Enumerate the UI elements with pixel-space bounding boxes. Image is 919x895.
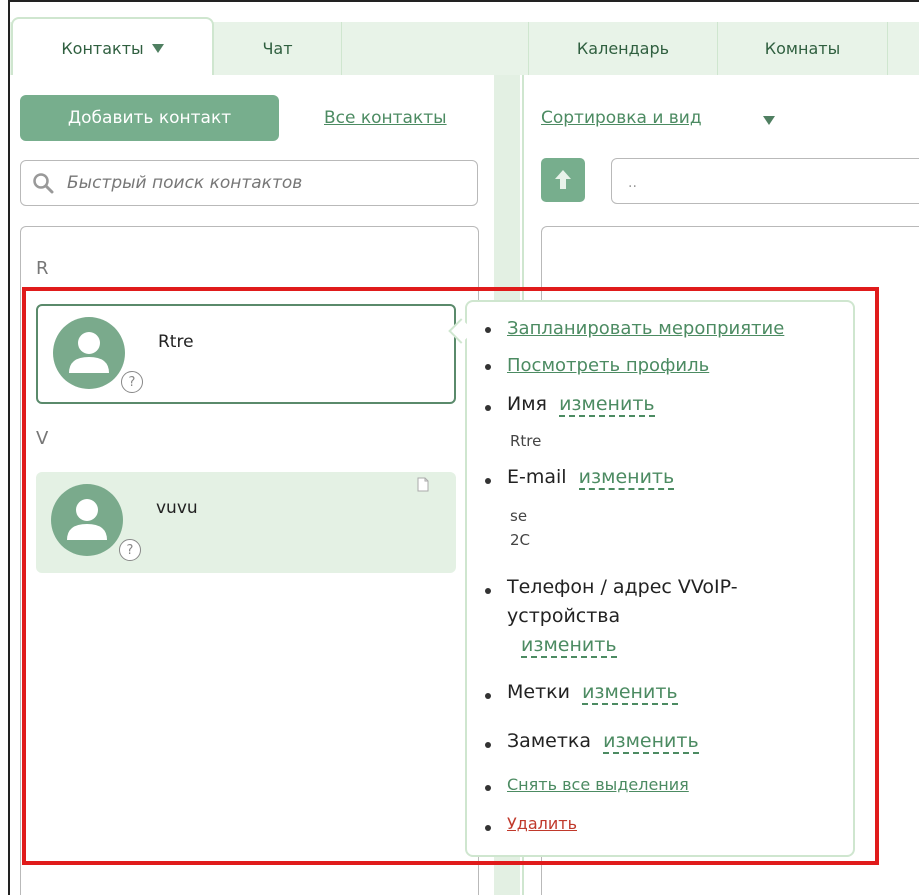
tab-contacts[interactable]: Контакты [11, 17, 214, 77]
path-value: .. [628, 175, 637, 191]
all-contacts-link[interactable]: Все контакты [324, 108, 447, 128]
search-placeholder: Быстрый поиск контактов [67, 173, 303, 193]
arrow-up-icon [555, 170, 571, 189]
tab-contacts-label: Контакты [61, 38, 144, 58]
tab-chat[interactable]: Чат [214, 22, 342, 75]
search-input[interactable]: Быстрый поиск контактов [20, 160, 478, 206]
path-input[interactable]: .. [611, 158, 919, 204]
highlight-box [22, 287, 879, 865]
tab-chat-label: Чат [262, 39, 293, 58]
tab-calendar-label: Календарь [576, 39, 670, 58]
sort-dropdown-icon[interactable] [763, 116, 775, 125]
up-folder-button[interactable] [541, 158, 585, 202]
tab-calendar[interactable]: Календарь [528, 22, 718, 75]
search-icon [33, 173, 54, 194]
tab-rooms[interactable]: Комнаты [718, 22, 888, 75]
chevron-down-icon[interactable] [151, 43, 164, 53]
add-contact-button[interactable]: Добавить контакт [20, 95, 279, 141]
sort-view-link[interactable]: Сортировка и вид [541, 108, 702, 128]
tab-rooms-label: Комнаты [764, 39, 841, 58]
group-letter: R [36, 258, 49, 279]
